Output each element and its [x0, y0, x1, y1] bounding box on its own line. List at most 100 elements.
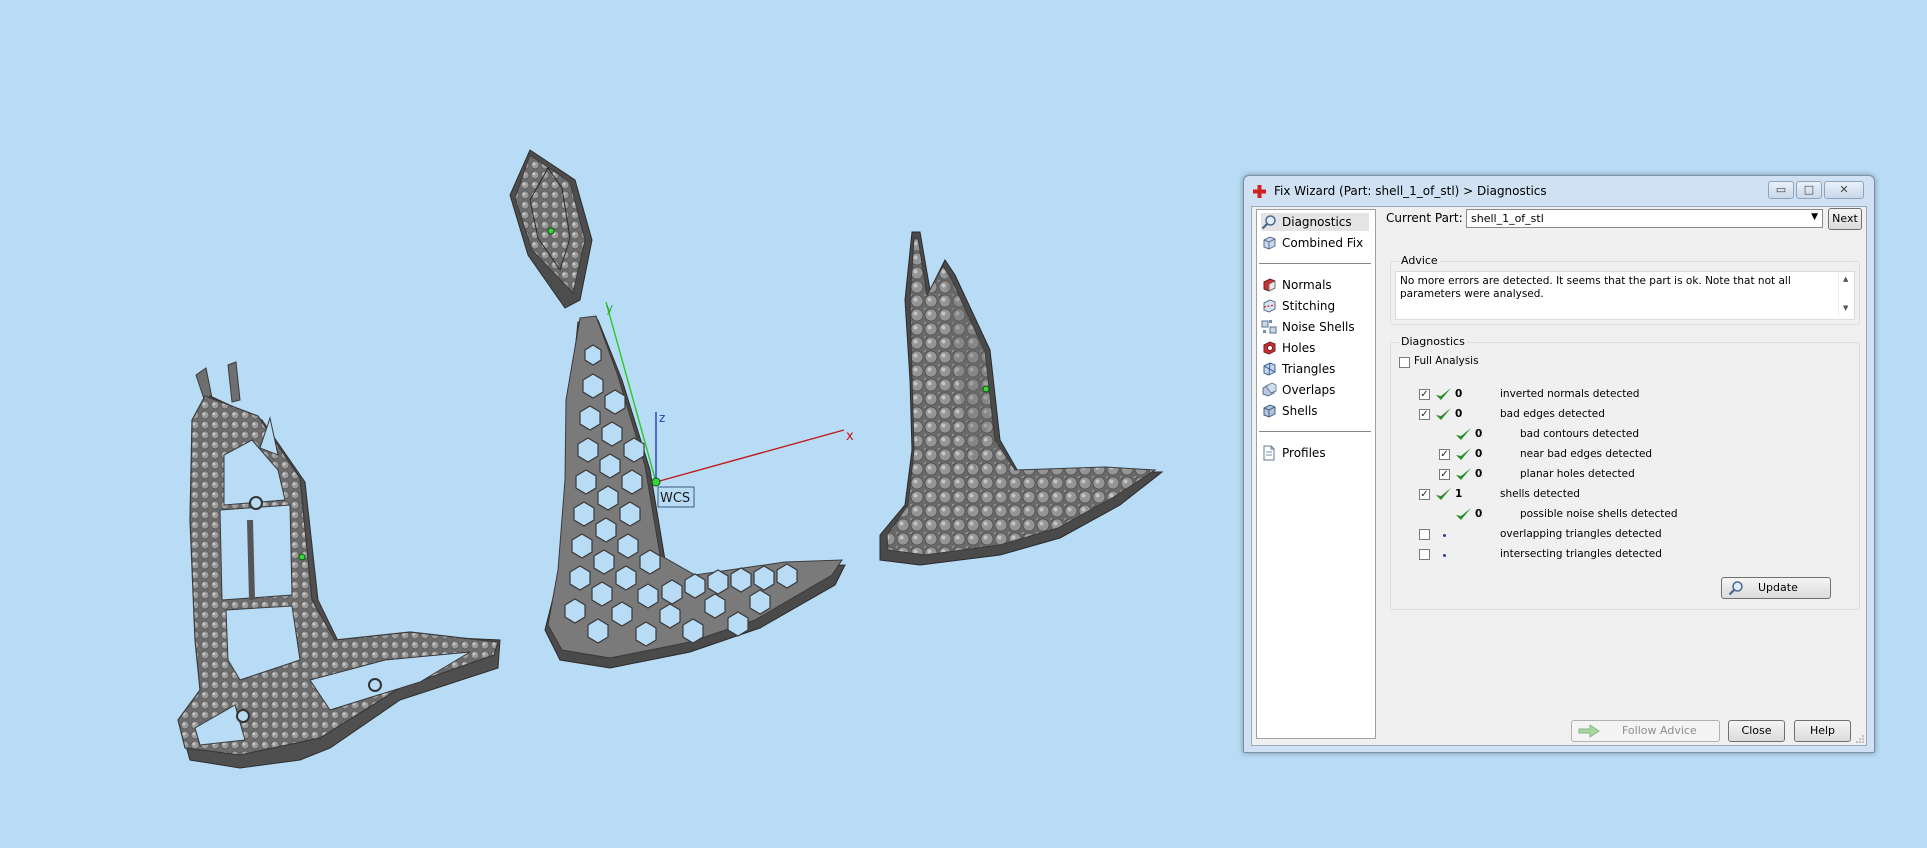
diag-label: near bad edges detected — [1520, 448, 1653, 460]
nav-label: Noise Shells — [1282, 320, 1355, 334]
check-icon — [1436, 488, 1451, 500]
diag-count: 0 — [1475, 468, 1483, 480]
nav-label: Triangles — [1282, 362, 1336, 376]
diag-label: overlapping triangles detected — [1500, 528, 1662, 540]
next-button[interactable]: Next — [1828, 208, 1862, 230]
full-analysis-label: Full Analysis — [1414, 355, 1479, 367]
chevron-down-icon[interactable]: ▼ — [1811, 212, 1818, 222]
dialog-title: Fix Wizard (Part: shell_1_of_stl) > Diag… — [1274, 184, 1547, 198]
model-bird-frame[interactable] — [177, 361, 501, 769]
advice-box: No more errors are detected. It seems th… — [1395, 271, 1855, 320]
nav-item-holes[interactable]: Holes — [1261, 339, 1369, 357]
nav-label: Profiles — [1282, 446, 1326, 460]
axis-x-label: x — [846, 429, 854, 444]
planar-holes-checkbox[interactable]: ✓ — [1439, 469, 1450, 480]
diag-count: 0 — [1455, 408, 1463, 420]
scroll-down-icon[interactable]: ▼ — [1843, 304, 1848, 312]
minimize-button[interactable]: ▭ — [1768, 181, 1794, 199]
nav-label: Stitching — [1282, 299, 1336, 313]
overlaps-icon — [1262, 382, 1277, 397]
nav-item-noise-shells[interactable]: Noise Shells — [1261, 318, 1369, 336]
diag-label: possible noise shells detected — [1520, 508, 1678, 520]
maximize-button[interactable]: □ — [1796, 181, 1822, 199]
diagnostics-group-title: Diagnostics — [1399, 335, 1467, 348]
pending-dot-icon — [1443, 554, 1446, 557]
nav-item-normals[interactable]: Normals — [1261, 276, 1369, 294]
check-icon — [1456, 508, 1471, 520]
nav-label: Overlaps — [1282, 383, 1336, 397]
check-icon — [1436, 408, 1451, 420]
overlapping-triangles-checkbox[interactable] — [1419, 529, 1430, 540]
inverted-normals-checkbox[interactable]: ✓ — [1419, 389, 1430, 400]
shells-icon — [1263, 404, 1276, 418]
axis-y-label: y — [606, 301, 613, 315]
shells-checkbox[interactable]: ✓ — [1419, 489, 1430, 500]
wcs-label: WCS — [660, 491, 690, 506]
check-icon — [1456, 448, 1471, 460]
axis-z-label: z — [659, 411, 665, 425]
triangles-icon — [1263, 362, 1276, 376]
nav-label: Diagnostics — [1282, 215, 1352, 229]
resize-grip-icon[interactable] — [1856, 735, 1864, 743]
update-button[interactable]: Update — [1721, 577, 1831, 599]
check-icon — [1436, 388, 1451, 400]
fix-nav-panel: Diagnostics Combined Fix Normals Stitchi… — [1256, 209, 1376, 739]
magnifier-icon — [1728, 581, 1743, 596]
diag-label: bad contours detected — [1520, 428, 1639, 440]
current-part-select[interactable]: shell_1_of_stl ▼ — [1466, 209, 1823, 228]
near-bad-edges-checkbox[interactable]: ✓ — [1439, 449, 1450, 460]
current-part-value: shell_1_of_stl — [1471, 212, 1544, 225]
nav-label: Normals — [1282, 278, 1332, 292]
magnifier-icon — [1261, 215, 1276, 230]
fix-wizard-dialog: Fix Wizard (Part: shell_1_of_stl) > Diag… — [1243, 175, 1875, 753]
nav-item-diagnostics[interactable]: Diagnostics — [1261, 213, 1369, 231]
diag-label: bad edges detected — [1500, 408, 1605, 420]
scroll-up-icon[interactable]: ▲ — [1843, 275, 1848, 283]
nav-item-combined-fix[interactable]: Combined Fix — [1261, 234, 1369, 252]
nav-item-triangles[interactable]: Triangles — [1261, 360, 1369, 378]
model-honeycomb-bird[interactable] — [544, 315, 846, 669]
full-analysis-checkbox[interactable] — [1399, 357, 1410, 368]
noise-shells-icon — [1261, 320, 1277, 334]
nav-item-profiles[interactable]: Profiles — [1261, 444, 1369, 462]
check-icon — [1456, 468, 1471, 480]
model-leaf-pendant[interactable] — [509, 149, 593, 309]
close-button[interactable]: Close — [1728, 720, 1785, 742]
check-icon — [1456, 428, 1471, 440]
document-icon — [1263, 445, 1275, 461]
diag-count: 0 — [1475, 448, 1483, 460]
help-button[interactable]: Help — [1794, 720, 1851, 742]
advice-group-title: Advice — [1399, 254, 1440, 267]
advice-text: No more errors are detected. It seems th… — [1400, 275, 1791, 300]
holes-icon — [1263, 341, 1276, 355]
stitching-icon — [1263, 299, 1276, 313]
advice-group: Advice No more errors are detected. It s… — [1390, 254, 1860, 325]
nav-item-stitching[interactable]: Stitching — [1261, 297, 1369, 315]
diag-count: 1 — [1455, 488, 1463, 500]
bad-edges-checkbox[interactable]: ✓ — [1419, 409, 1430, 420]
diag-label: inverted normals detected — [1500, 388, 1640, 400]
nav-separator — [1259, 431, 1371, 432]
diag-count: 0 — [1475, 428, 1483, 440]
medical-cross-icon — [1253, 185, 1266, 198]
nav-item-overlaps[interactable]: Overlaps — [1261, 381, 1369, 399]
nav-item-shells[interactable]: Shells — [1261, 402, 1369, 420]
diag-label: shells detected — [1500, 488, 1580, 500]
follow-advice-label: Follow Advice — [1622, 724, 1697, 737]
current-part-label: Current Part: — [1386, 211, 1463, 225]
cube-icon — [1263, 236, 1276, 250]
arrow-right-icon — [1578, 724, 1600, 738]
nav-separator — [1259, 263, 1371, 264]
nav-label: Combined Fix — [1282, 236, 1364, 250]
nav-label: Holes — [1282, 341, 1316, 355]
advice-scrollbar[interactable]: ▲ ▼ — [1838, 272, 1854, 316]
model-bubble-bird[interactable] — [879, 231, 1164, 566]
pending-dot-icon — [1443, 534, 1446, 537]
intersecting-triangles-checkbox[interactable] — [1419, 549, 1430, 560]
close-window-button[interactable]: ✕ — [1824, 181, 1864, 199]
diag-label: intersecting triangles detected — [1500, 548, 1662, 560]
dialog-client-area: Diagnostics Combined Fix Normals Stitchi… — [1251, 206, 1867, 746]
diag-label: planar holes detected — [1520, 468, 1635, 480]
follow-advice-button[interactable]: Follow Advice — [1571, 720, 1720, 742]
dialog-titlebar[interactable]: Fix Wizard (Part: shell_1_of_stl) > Diag… — [1244, 176, 1874, 206]
